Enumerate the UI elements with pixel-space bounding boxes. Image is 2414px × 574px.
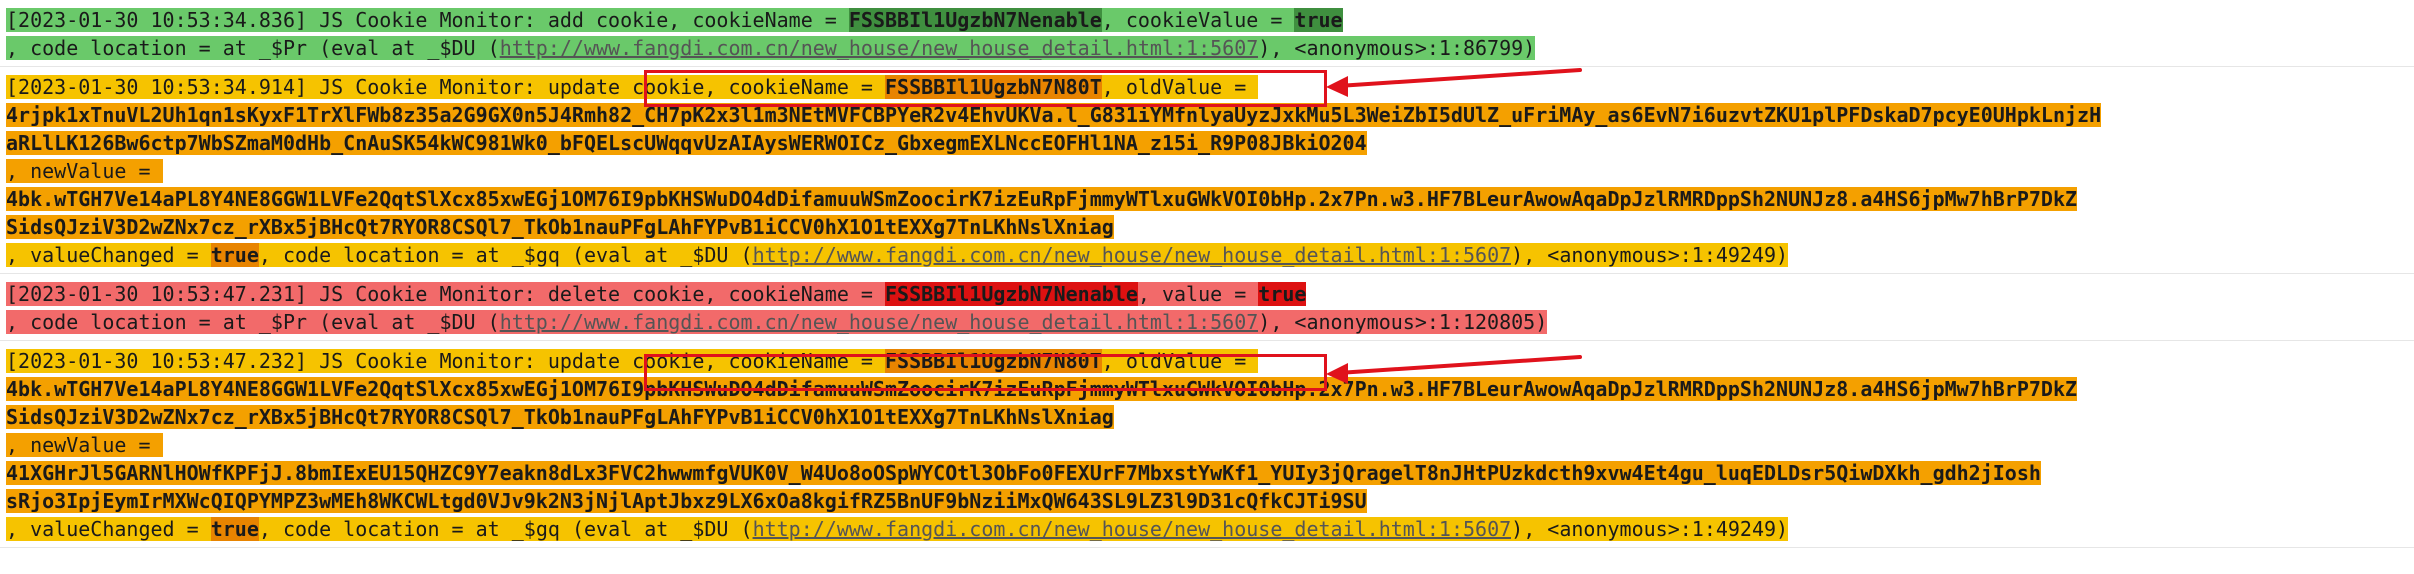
log-line: 4bk.wTGH7Ve14aPL8Y4NE8GGW1LVFe2QqtSlXcx8… (6, 375, 2414, 403)
log-line: [2023-01-30 10:53:34.836] JS Cookie Moni… (6, 6, 2414, 34)
cookie-value: aRLlLK126Bw6ctp7WbSZmaM0dHb_CnAuSK54kWC9… (6, 131, 1367, 155)
source-link[interactable]: http://www.fangdi.com.cn/new_house/new_h… (499, 36, 1259, 60)
cookie-value: 41XGHrJl5GARNlHOWfKPFjJ.8bmIExEU15QHZC9Y… (6, 461, 2041, 485)
console-log-panel: [2023-01-30 10:53:34.836] JS Cookie Moni… (0, 0, 2414, 548)
log-text: , newValue = (6, 159, 163, 183)
log-text: , newValue = (6, 433, 163, 457)
log-line: 4bk.wTGH7Ve14aPL8Y4NE8GGW1LVFe2QqtSlXcx8… (6, 185, 2414, 213)
source-link[interactable]: http://www.fangdi.com.cn/new_house/new_h… (499, 310, 1259, 334)
log-line: , newValue = (6, 431, 2414, 459)
log-text: , code location = at _$Pr (eval at _$DU … (6, 310, 500, 334)
log-text: ), <anonymous>:1:86799) (1258, 36, 1536, 60)
log-text: , code location = at _$Pr (eval at _$DU … (6, 36, 500, 60)
log-text: ), <anonymous>:1:49249) (1511, 517, 1789, 541)
boolean-value: true (1294, 8, 1343, 32)
cookie-name: FSSBBIl1UgzbN7N80T (885, 75, 1102, 99)
log-line: [2023-01-30 10:53:47.231] JS Cookie Moni… (6, 280, 2414, 308)
log-entry: [2023-01-30 10:53:47.232] JS Cookie Moni… (0, 341, 2414, 548)
cookie-value: 4rjpk1xTnuVL2Uh1qn1sKyxF1TrXlFWb8z35a2G9… (6, 103, 2102, 127)
log-text: ), <anonymous>:1:49249) (1511, 243, 1789, 267)
boolean-value: true (1258, 282, 1307, 306)
cookie-value: sRjo3IpjEymIrMXWcQIQPYMPZ3wMEh8WKCWLtgd0… (6, 489, 1367, 513)
cookie-value: SidsQJziV3D2wZNx7cz_rXBx5jBHcQt7RYOR8CSQ… (6, 405, 1114, 429)
log-text: , valueChanged = (6, 243, 211, 267)
log-text: [2023-01-30 10:53:47.232] JS Cookie Moni… (6, 349, 885, 373)
log-line: [2023-01-30 10:53:47.232] JS Cookie Moni… (6, 347, 2414, 375)
log-text: , oldValue = (1101, 75, 1259, 99)
log-line: SidsQJziV3D2wZNx7cz_rXBx5jBHcQt7RYOR8CSQ… (6, 403, 2414, 431)
log-text: [2023-01-30 10:53:34.914] JS Cookie Moni… (6, 75, 885, 99)
log-line: , code location = at _$Pr (eval at _$DU … (6, 34, 2414, 62)
log-text: ), <anonymous>:1:120805) (1258, 310, 1548, 334)
log-line: aRLlLK126Bw6ctp7WbSZmaM0dHb_CnAuSK54kWC9… (6, 129, 2414, 157)
log-line: [2023-01-30 10:53:34.914] JS Cookie Moni… (6, 73, 2414, 101)
log-text: , oldValue = (1101, 349, 1259, 373)
log-line: , code location = at _$Pr (eval at _$DU … (6, 308, 2414, 336)
log-text: [2023-01-30 10:53:34.836] JS Cookie Moni… (6, 8, 849, 32)
log-line: 41XGHrJl5GARNlHOWfKPFjJ.8bmIExEU15QHZC9Y… (6, 459, 2414, 487)
cookie-name: FSSBBIl1UgzbN7Nenable (848, 8, 1102, 32)
log-line: , newValue = (6, 157, 2414, 185)
log-entry: [2023-01-30 10:53:34.836] JS Cookie Moni… (0, 0, 2414, 67)
log-line: sRjo3IpjEymIrMXWcQIQPYMPZ3wMEh8WKCWLtgd0… (6, 487, 2414, 515)
log-line: , valueChanged = true, code location = a… (6, 515, 2414, 543)
cookie-value: 4bk.wTGH7Ve14aPL8Y4NE8GGW1LVFe2QqtSlXcx8… (6, 187, 2078, 211)
log-text: , code location = at _$gq (eval at _$DU … (258, 243, 753, 267)
cookie-name: FSSBBIl1UgzbN7Nenable (885, 282, 1138, 306)
boolean-value: true (210, 517, 259, 541)
log-text: , cookieValue = (1101, 8, 1295, 32)
log-line: SidsQJziV3D2wZNx7cz_rXBx5jBHcQt7RYOR8CSQ… (6, 213, 2414, 241)
boolean-value: true (210, 243, 259, 267)
cookie-value: 4bk.wTGH7Ve14aPL8Y4NE8GGW1LVFe2QqtSlXcx8… (6, 377, 2078, 401)
log-text: , value = (1137, 282, 1259, 306)
log-entry: [2023-01-30 10:53:34.914] JS Cookie Moni… (0, 67, 2414, 274)
cookie-value: SidsQJziV3D2wZNx7cz_rXBx5jBHcQt7RYOR8CSQ… (6, 215, 1114, 239)
log-text: [2023-01-30 10:53:47.231] JS Cookie Moni… (6, 282, 885, 306)
log-line: , valueChanged = true, code location = a… (6, 241, 2414, 269)
log-text: , code location = at _$gq (eval at _$DU … (258, 517, 753, 541)
cookie-name: FSSBBIl1UgzbN7N80T (885, 349, 1102, 373)
source-link[interactable]: http://www.fangdi.com.cn/new_house/new_h… (752, 243, 1512, 267)
log-entry: [2023-01-30 10:53:47.231] JS Cookie Moni… (0, 274, 2414, 341)
log-line: 4rjpk1xTnuVL2Uh1qn1sKyxF1TrXlFWb8z35a2G9… (6, 101, 2414, 129)
log-text: , valueChanged = (6, 517, 211, 541)
source-link[interactable]: http://www.fangdi.com.cn/new_house/new_h… (752, 517, 1512, 541)
